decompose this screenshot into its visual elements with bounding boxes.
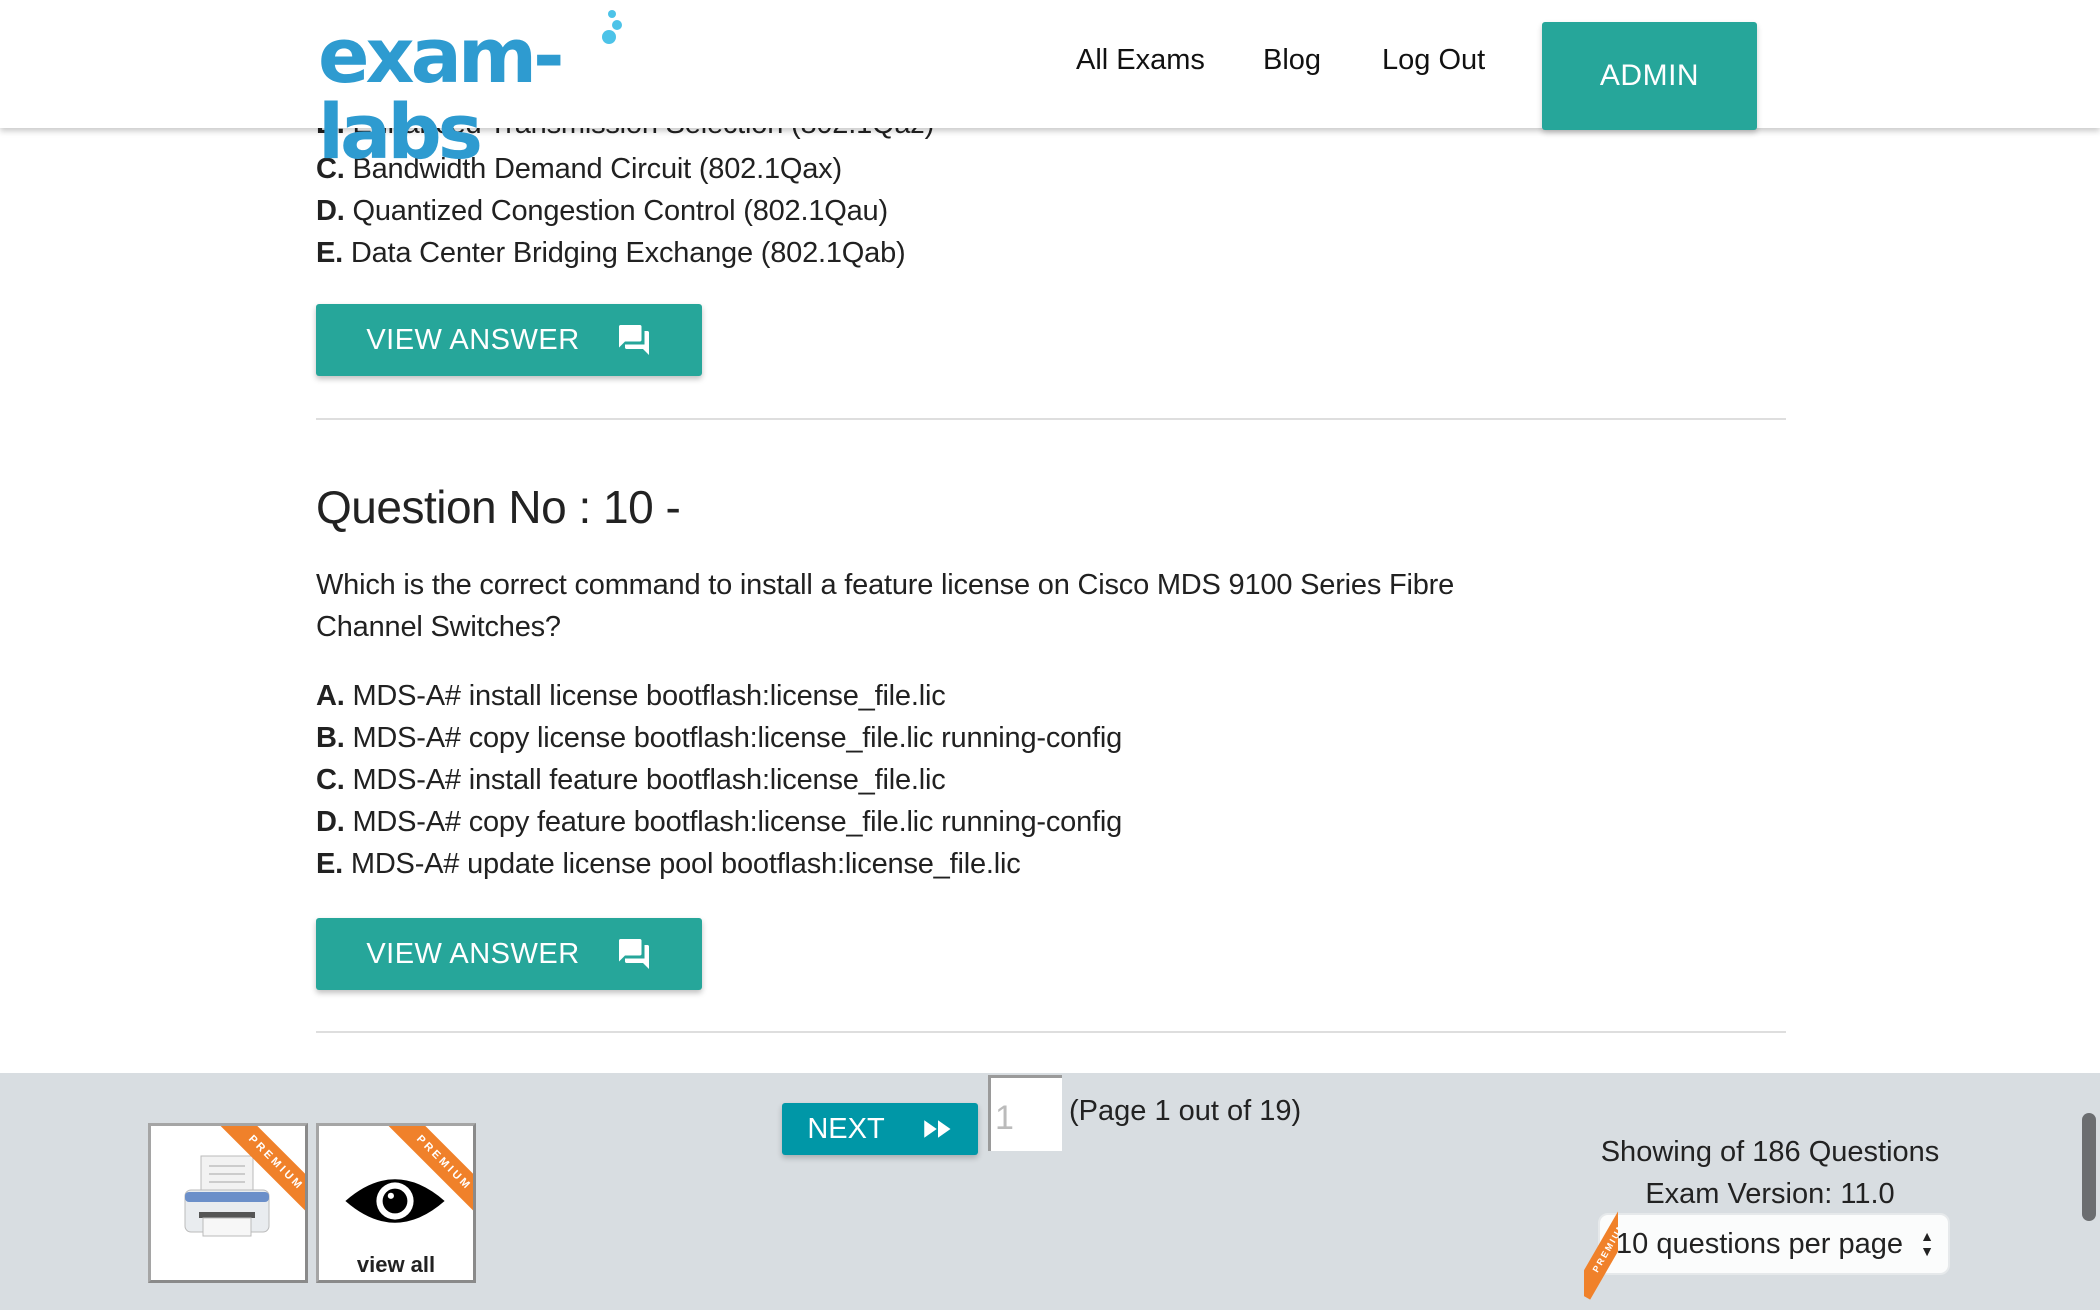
divider bbox=[316, 418, 1786, 420]
scrollbar-thumb[interactable] bbox=[2082, 1113, 2096, 1221]
prev-option-e: E. Data Center Bridging Exchange (802.1Q… bbox=[316, 237, 906, 269]
logo-bubble bbox=[602, 30, 616, 44]
question-summary: Showing of 186 Questions Exam Version: 1… bbox=[1560, 1131, 1980, 1215]
option-c: C. MDS-A# install feature bootflash:lice… bbox=[316, 764, 946, 796]
fast-forward-icon bbox=[923, 1120, 951, 1138]
logo[interactable]: exam-labs bbox=[318, 8, 688, 170]
chat-icon bbox=[618, 325, 649, 355]
option-a: A. MDS-A# install license bootflash:lice… bbox=[316, 680, 946, 712]
questions-per-page-select[interactable]: 10 questions per page ▲ ▼ bbox=[1598, 1213, 1950, 1275]
print-tile[interactable]: PREMIUM bbox=[148, 1123, 308, 1283]
eye-icon bbox=[345, 1179, 445, 1223]
prev-option-d: D. Quantized Congestion Control (802.1Qa… bbox=[316, 195, 888, 227]
view-all-label: view all bbox=[356, 1252, 436, 1277]
nav-log-out[interactable]: Log Out bbox=[1382, 44, 1485, 77]
chat-icon bbox=[618, 939, 649, 969]
question-text: Which is the correct command to install … bbox=[316, 569, 1455, 643]
question-title: Question No : 10 - bbox=[316, 481, 681, 533]
page-info: (Page 1 out of 19) bbox=[1069, 1095, 1302, 1127]
nav-blog[interactable]: Blog bbox=[1263, 44, 1321, 77]
view-answer-button[interactable]: VIEW ANSWER bbox=[316, 918, 702, 990]
premium-ribbon-small: PREMIUM bbox=[1584, 1203, 1618, 1303]
exam-version: Exam Version: 11.0 bbox=[1645, 1178, 1895, 1210]
divider bbox=[316, 1031, 1786, 1033]
logo-bubble bbox=[612, 20, 622, 30]
site-header: exam-labs All Exams Blog Log Out bbox=[0, 0, 2100, 170]
admin-button[interactable]: ADMIN bbox=[1542, 22, 1757, 130]
showing-count: Showing of 186 Questions bbox=[1600, 1136, 1940, 1168]
next-button[interactable]: NEXT bbox=[782, 1103, 978, 1155]
view-all-tile[interactable]: PREMIUM view all bbox=[316, 1123, 476, 1283]
nav-all-exams[interactable]: All Exams bbox=[1076, 44, 1205, 77]
option-e: E. MDS-A# update license pool bootflash:… bbox=[316, 848, 1021, 880]
footer-bar: PREMIUM PREMIUM view all NEXT (Page 1 ou… bbox=[0, 1073, 2100, 1310]
view-answer-button-prev[interactable]: VIEW ANSWER bbox=[316, 304, 702, 376]
option-d: D. MDS-A# copy feature bootflash:license… bbox=[316, 806, 1123, 838]
logo-bubble bbox=[608, 10, 616, 18]
select-arrows-icon: ▲ ▼ bbox=[1920, 1228, 1934, 1259]
page-number-input[interactable] bbox=[988, 1075, 1062, 1151]
question-list: B. Enhanced Transmission Selection (802.… bbox=[0, 0, 2100, 1075]
option-b: B. MDS-A# copy license bootflash:license… bbox=[316, 722, 1123, 754]
